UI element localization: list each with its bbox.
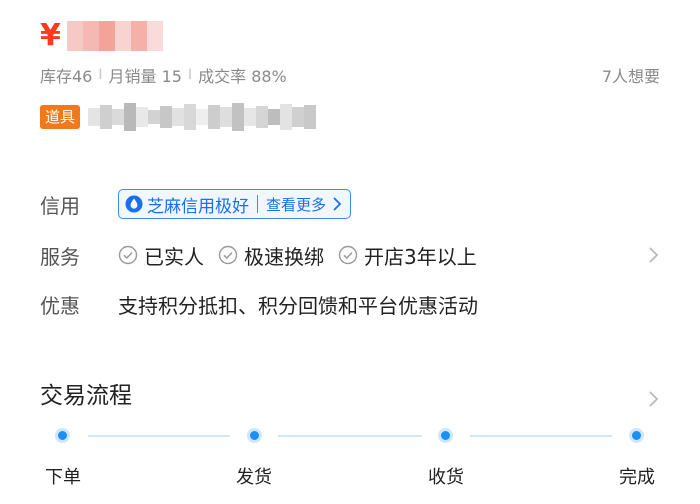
sesame-drop-icon — [125, 195, 143, 213]
credit-badge[interactable]: 芝麻信用极好 查看更多 — [118, 189, 352, 219]
service-item-label: 极速换绑 — [244, 244, 324, 269]
step-label-complete: 完成 — [619, 467, 655, 488]
credit-label: 信用 — [40, 193, 80, 218]
stock-count: 库存46 — [40, 67, 93, 86]
price-currency-symbol: ¥ — [40, 18, 61, 53]
category-tag: 道具 — [40, 105, 81, 129]
check-circle-icon — [218, 245, 238, 265]
wants-count: 7人想要 — [601, 67, 660, 86]
service-item-verified: 已实人 — [118, 241, 204, 270]
credit-level-text: 芝麻信用极好 — [147, 196, 249, 217]
step-label-receive: 收货 — [428, 467, 464, 488]
trade-process-steps — [40, 424, 660, 448]
promo-label: 优惠 — [40, 293, 80, 318]
step-dot — [629, 428, 644, 443]
trade-process-title: 交易流程 — [40, 383, 132, 409]
check-circle-icon — [338, 245, 358, 265]
service-label: 服务 — [40, 244, 80, 269]
stats-separator: I — [98, 67, 103, 83]
service-item-label: 开店3年以上 — [364, 244, 477, 269]
step-label-ship: 发货 — [236, 467, 272, 488]
step-dot — [247, 428, 262, 443]
step-dot — [55, 428, 70, 443]
service-item-shop-age: 开店3年以上 — [338, 241, 477, 270]
promo-text: 支持积分抵扣、积分回馈和平台优惠活动 — [118, 293, 478, 318]
chevron-right-icon[interactable] — [648, 246, 660, 264]
service-item-fast-rebind: 极速换绑 — [218, 241, 324, 270]
item-title-row: 道具 — [40, 103, 317, 131]
chevron-right-icon[interactable] — [648, 390, 660, 408]
listing-stats: 库存46 I 月销量 15 I 成交率 88% 7人想要 — [40, 63, 660, 87]
conversion-rate: 成交率 88% — [198, 67, 287, 86]
step-connector — [278, 435, 422, 437]
step-dot — [438, 428, 453, 443]
step-label-order: 下单 — [45, 467, 81, 488]
step-connector — [88, 435, 230, 437]
service-item-label: 已实人 — [144, 244, 204, 269]
price-value-redacted — [66, 21, 163, 51]
service-row[interactable]: 服务 已实人 极速换绑 开店3年以上 — [40, 239, 660, 271]
chevron-right-icon — [333, 197, 342, 211]
credit-row: 信用 芝麻信用极好 查看更多 — [40, 188, 660, 220]
badge-divider — [257, 195, 258, 213]
check-circle-icon — [118, 245, 138, 265]
step-connector — [470, 435, 612, 437]
price-row: ¥ — [40, 14, 163, 58]
item-title-redacted — [88, 103, 317, 131]
stats-separator: I — [187, 67, 193, 83]
view-more-link[interactable]: 查看更多 — [266, 194, 326, 215]
promo-row: 优惠 支持积分抵扣、积分回馈和平台优惠活动 — [40, 288, 660, 320]
monthly-sales: 月销量 15 — [108, 67, 182, 86]
